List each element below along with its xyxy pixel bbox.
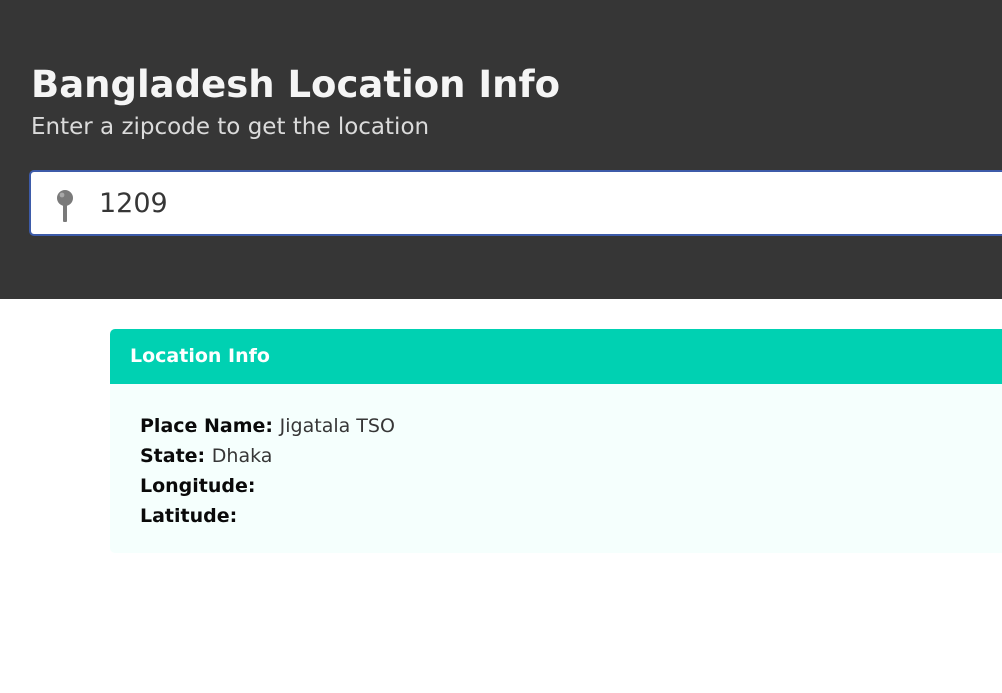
state-label: State: <box>140 445 212 467</box>
hero-section: Bangladesh Location Info Enter a zipcode… <box>0 0 1002 299</box>
state-row: State: Dhaka <box>140 441 395 471</box>
place-name-value: Jigatala TSO <box>279 415 395 437</box>
latitude-row: Latitude: <box>140 501 395 531</box>
longitude-row: Longitude: <box>140 471 395 501</box>
location-info-card: Location Info Place Name: Jigatala TSO S… <box>110 329 1002 553</box>
card-title: Location Info <box>130 345 270 367</box>
map-pin-icon <box>57 190 73 222</box>
zipcode-search-box[interactable] <box>29 170 1002 236</box>
page-subtitle: Enter a zipcode to get the location <box>31 114 430 140</box>
zipcode-input[interactable] <box>99 180 979 226</box>
longitude-label: Longitude: <box>140 475 256 497</box>
state-value: Dhaka <box>211 445 273 467</box>
place-name-row: Place Name: Jigatala TSO <box>140 411 395 441</box>
page-title: Bangladesh Location Info <box>31 63 561 106</box>
latitude-label: Latitude: <box>140 505 238 527</box>
place-name-label: Place Name: <box>140 415 280 437</box>
location-details: Place Name: Jigatala TSO State: Dhaka Lo… <box>140 411 395 531</box>
card-header: Location Info <box>110 329 1002 384</box>
